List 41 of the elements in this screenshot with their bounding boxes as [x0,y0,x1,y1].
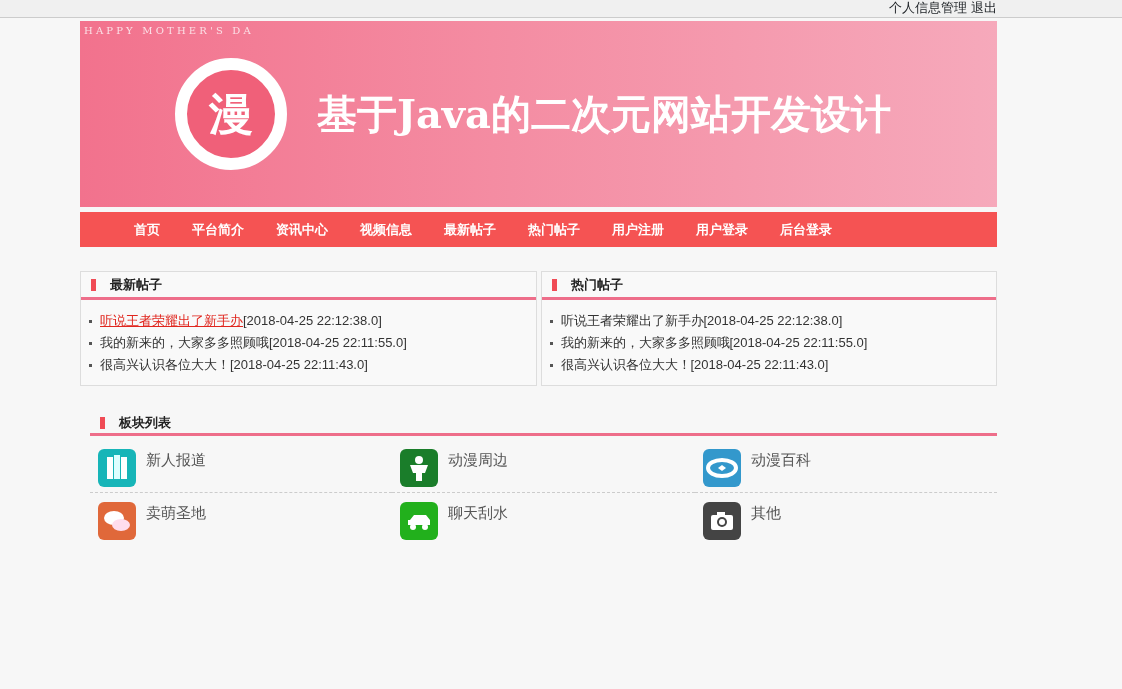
post-time: [2018-04-25 22:11:43.0] [690,357,829,372]
marker-icon [551,278,557,291]
post-link[interactable]: 听说王者荣耀出了新手办 [100,313,243,328]
post-link[interactable]: 我的新来的，大家多多照顾哦 [560,335,730,350]
film-reel-icon[interactable] [702,449,741,487]
post-time: [2018-04-25 22:11:43.0] [230,357,368,372]
post-time: [2018-04-25 22:11:55.0] [729,335,868,350]
logo-icon: 漫 [175,58,287,170]
board-link[interactable]: 动漫百科 [750,449,811,472]
board-link[interactable]: 聊天刮水 [448,502,509,525]
car-icon[interactable] [400,502,439,540]
section-title: 板块列表 [119,413,171,432]
board-link[interactable]: 新人报道 [146,449,206,472]
post-link[interactable]: 我的新来的，大家多多照顾哦 [100,335,269,350]
marker-icon [91,278,96,291]
banner-tagline: H A P P Y M O T H E R ' S D A [84,24,251,38]
figure-icon[interactable] [400,449,439,487]
post-link[interactable]: 很高兴认识各位大大！ [100,357,230,372]
post-link[interactable]: 很高兴认识各位大大！ [560,357,691,372]
book-icon[interactable] [98,449,136,487]
post-time: [2018-04-25 22:11:55.0] [269,335,407,350]
post-time: [2018-04-25 22:12:38.0] [703,313,843,328]
bullet-icon [549,364,553,368]
chat-icon[interactable] [98,502,136,540]
board-link[interactable]: 其他 [750,502,781,525]
logout-link[interactable]: 退出 [971,0,997,16]
board-link[interactable]: 动漫周边 [448,449,509,472]
post-time: [2018-04-25 22:12:38.0] [243,313,382,328]
post-link[interactable]: 听说王者荣耀出了新手办 [560,313,704,328]
bullet-icon [89,320,92,324]
panel-title: 热门帖子 [570,275,623,294]
bullet-icon [89,342,92,346]
site-title: 基于Java的二次元网站开发设计 [317,89,891,139]
bullet-icon [549,320,553,324]
marker-icon [100,416,105,429]
bullet-icon [89,364,92,368]
camera-icon[interactable] [702,502,741,540]
bullet-icon [549,342,553,346]
profile-link[interactable]: 个人信息管理 [889,0,967,16]
board-link[interactable]: 卖萌圣地 [146,502,206,525]
panel-title: 最新帖子 [110,275,162,294]
